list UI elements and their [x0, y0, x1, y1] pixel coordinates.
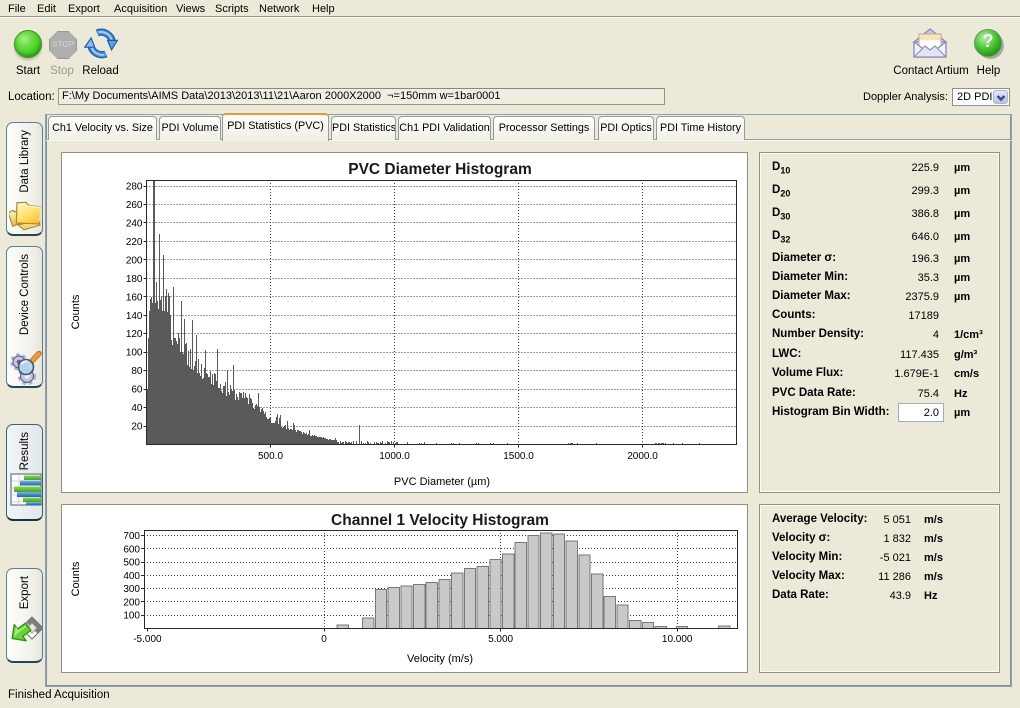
svg-text:100: 100	[123, 611, 140, 622]
svg-text:60: 60	[131, 385, 143, 396]
svg-text:80: 80	[131, 366, 143, 377]
svg-text:PVC Diameter Histogram: PVC Diameter Histogram	[348, 161, 531, 178]
svg-text:160: 160	[126, 292, 143, 303]
svg-text:600: 600	[123, 544, 140, 555]
svg-text:200: 200	[123, 598, 140, 609]
svg-text:Velocity (m/s): Velocity (m/s)	[407, 653, 473, 665]
svg-text:120: 120	[126, 329, 143, 340]
svg-text:0: 0	[321, 634, 327, 645]
svg-text:1500.0: 1500.0	[503, 451, 534, 462]
svg-text:220: 220	[126, 237, 143, 248]
svg-text:10.000: 10.000	[662, 634, 693, 645]
svg-text:20: 20	[131, 422, 143, 433]
svg-text:Counts: Counts	[70, 561, 82, 596]
svg-text:100: 100	[126, 348, 143, 359]
svg-text:Counts: Counts	[70, 294, 82, 329]
svg-text:-5.000: -5.000	[133, 634, 162, 645]
svg-text:700: 700	[123, 531, 140, 542]
svg-text:300: 300	[123, 584, 140, 595]
svg-text:5.000: 5.000	[488, 634, 513, 645]
svg-text:500: 500	[123, 558, 140, 569]
svg-text:Channel 1 Velocity Histogram: Channel 1 Velocity Histogram	[331, 512, 549, 529]
svg-text:1000.0: 1000.0	[379, 451, 410, 462]
svg-text:280: 280	[126, 182, 143, 193]
svg-text:400: 400	[123, 571, 140, 582]
svg-text:2000.0: 2000.0	[627, 451, 658, 462]
svg-text:40: 40	[131, 403, 143, 414]
svg-text:140: 140	[126, 311, 143, 322]
svg-text:200: 200	[126, 255, 143, 266]
svg-text:180: 180	[126, 274, 143, 285]
svg-text:500.0: 500.0	[258, 451, 283, 462]
svg-text:PVC Diameter (µm): PVC Diameter (µm)	[394, 476, 490, 488]
svg-text:240: 240	[126, 218, 143, 229]
svg-text:260: 260	[126, 200, 143, 211]
